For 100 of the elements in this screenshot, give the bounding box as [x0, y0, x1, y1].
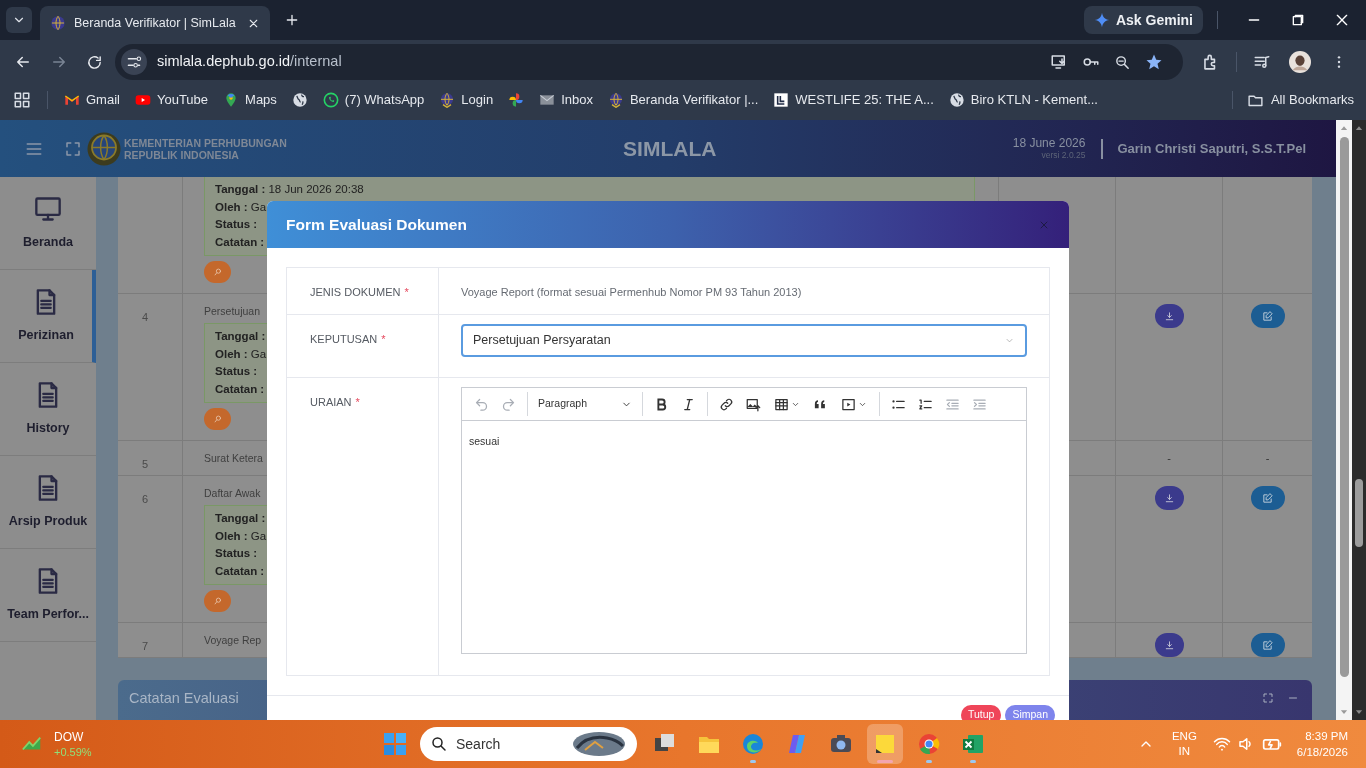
evaluation-line: Tanggal : 18 Jun 2026 20:38 [215, 182, 364, 197]
scrollbar[interactable] [1352, 120, 1366, 720]
download-button[interactable] [1154, 486, 1184, 510]
site-settings-icon[interactable] [121, 49, 147, 75]
redo-icon [501, 396, 516, 412]
edit-button[interactable] [1250, 633, 1285, 657]
bookmark[interactable]: YouTube [134, 90, 209, 110]
document-name: Surat Ketera [204, 451, 263, 465]
bookmark[interactable] [291, 92, 308, 108]
edit-button[interactable] [1250, 304, 1285, 328]
scrollbar-thumb[interactable] [1355, 479, 1363, 547]
bookmark[interactable]: Biro KTLN - Kement... [948, 90, 1098, 110]
organization-name: KEMENTERIAN PERHUBUNGAN [124, 136, 287, 149]
field-label: KEPUTUSAN [310, 333, 378, 345]
plus-icon[interactable] [284, 12, 300, 28]
edit-icon [1262, 310, 1273, 322]
address-bar[interactable]: simlala.dephub.go.id/internal [115, 44, 1183, 80]
pinwheel-icon [508, 92, 525, 108]
zoom-out-icon[interactable] [1114, 53, 1131, 71]
ticker-change: +0.59% [54, 744, 92, 759]
field-value: Voyage Report (format sesuai Permenhub Nomor PM 93 Tahun 2013) [461, 286, 802, 298]
globe-emblem-icon [50, 15, 66, 31]
evaluation-line: Catatan : [215, 234, 265, 250]
star-icon[interactable] [1145, 53, 1163, 71]
reload-icon[interactable] [86, 53, 103, 71]
fullscreen-icon[interactable] [64, 139, 82, 158]
modal-title: Form Evaluasi Dokumen [286, 214, 468, 235]
italic-icon [681, 396, 696, 412]
close-button[interactable]: Tutup [960, 705, 1002, 720]
bookmark[interactable]: Gmail [64, 90, 120, 110]
restore-icon[interactable] [1290, 12, 1306, 28]
download-button[interactable] [1154, 633, 1184, 657]
windows-start-icon[interactable] [383, 732, 407, 756]
app-title: SIMLALA [623, 135, 717, 162]
field-label: URAIAN [310, 396, 352, 408]
globe-emblem-icon [607, 92, 624, 108]
wifi-icon[interactable] [1212, 735, 1231, 753]
close-icon[interactable] [1334, 12, 1350, 28]
table-cell-text: - [1265, 451, 1270, 466]
document-name: Daftar Awak [204, 486, 261, 500]
table-cell-text: - [1167, 451, 1171, 466]
search-icon [430, 735, 448, 753]
organization-name: REPUBLIK INDONESIA [124, 148, 240, 161]
expand-icon[interactable] [1262, 692, 1274, 704]
envelope-icon [539, 92, 556, 108]
bookmark[interactable]: WESTLIFE 25: THE A... [773, 90, 934, 110]
globe-emblem-icon [439, 92, 456, 108]
evaluation-line: Catatan : [215, 381, 265, 397]
ask-gemini-button[interactable]: Ask Gemini [1083, 6, 1203, 34]
row-number: 4 [142, 311, 149, 323]
emblem-icon [86, 130, 122, 167]
bold-icon [654, 396, 669, 412]
paragraph-style-dropdown[interactable]: Paragraph [533, 391, 637, 417]
bookmark[interactable]: Beranda Verifikator |... [607, 90, 759, 110]
edit-button[interactable] [1250, 486, 1285, 510]
url-text: simlala.dephub.go.id/internal [157, 52, 342, 72]
image-upload-icon [746, 396, 761, 412]
evaluation-line: Status : [215, 546, 258, 561]
evaluation-line: Oleh : Ga [215, 528, 267, 544]
search-icon [212, 414, 223, 424]
globe-icon [291, 92, 308, 108]
bookmark[interactable]: Login [439, 90, 494, 110]
user-name[interactable]: Garin Christi Saputri, S.S.T.Pel [1117, 138, 1306, 159]
panel-title: Catatan Evaluasi [129, 689, 239, 708]
link-icon [719, 396, 734, 412]
apps-grid-icon[interactable] [13, 91, 31, 109]
required-mark: * [381, 333, 386, 345]
outdent-icon [945, 396, 960, 412]
download-button[interactable] [1154, 304, 1184, 328]
media-queue-icon[interactable] [1253, 53, 1271, 71]
scrollbar-thumb[interactable] [1339, 137, 1349, 677]
download-icon [1163, 310, 1175, 322]
editor-content-field[interactable]: sesuai [462, 421, 1026, 653]
download-icon [1163, 639, 1175, 651]
bookmark[interactable] [508, 92, 525, 108]
browser-tab[interactable]: Beranda Verifikator | SimLala [40, 6, 270, 40]
header-date: 18 June 2026 [1012, 136, 1086, 150]
decision-dropdown[interactable]: Persetujuan Persyaratan [461, 324, 1027, 357]
monitor-icon [34, 194, 62, 223]
avatar-icon[interactable] [1289, 51, 1311, 73]
bookmark[interactable]: Maps [223, 90, 277, 110]
install-icon[interactable] [1050, 53, 1068, 71]
document-name: Voyage Rep [204, 633, 262, 647]
edit-icon [1262, 492, 1273, 504]
table-icon [774, 396, 789, 412]
spreadsheet-icon [961, 732, 985, 756]
square-logo-icon [773, 92, 790, 108]
scrollbar[interactable] [1336, 120, 1352, 720]
bookmark[interactable]: Inbox [539, 90, 593, 110]
all-bookmarks-button[interactable]: All Bookmarks [1246, 90, 1354, 110]
required-mark: * [404, 286, 409, 298]
editor-text: sesuai [469, 434, 501, 449]
row-number: 7 [142, 640, 149, 652]
undo-icon [474, 396, 489, 412]
tab-list-button[interactable] [6, 7, 32, 33]
bookmark[interactable]: (7) WhatsApp [322, 90, 425, 110]
evaluation-line: Oleh : Ga [215, 346, 267, 362]
taskbar-search-field[interactable]: Search [420, 727, 637, 761]
evaluation-line: Status : [215, 364, 258, 379]
sticky-note-icon [873, 732, 897, 756]
